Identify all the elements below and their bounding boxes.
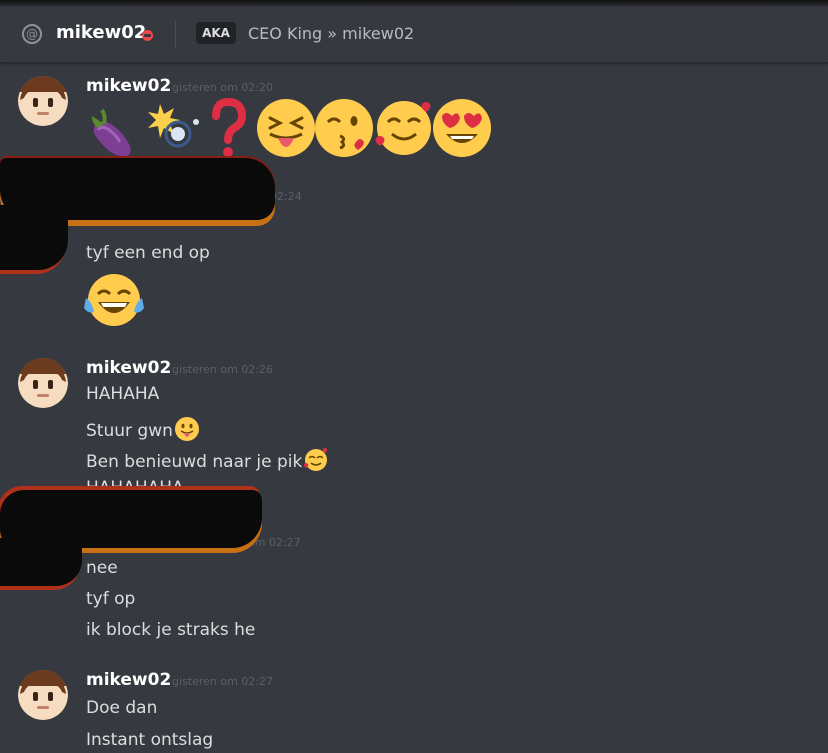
message-group: om 02:27 nee tyf op ik block je straks h… <box>0 532 828 647</box>
aka-names[interactable]: CEO King » mikew02 <box>248 24 414 43</box>
timestamp: gisteren om 02:26 <box>172 363 274 376</box>
collision-icon <box>148 104 199 148</box>
avatar[interactable] <box>18 670 68 720</box>
dnd-status-icon <box>142 30 153 41</box>
smiling-hearts-face-icon <box>375 101 431 155</box>
channel-header: @ mikew02 AKA CEO King » mikew02 <box>0 6 828 63</box>
message-line: Ben benieuwd naar je pik <box>86 447 329 473</box>
timestamp: gisteren om 02:27 <box>172 675 274 688</box>
squinting-tongue-face-icon <box>257 99 315 157</box>
message-text: Stuur gwn <box>86 421 173 441</box>
at-sign-icon: @ <box>22 24 42 44</box>
redaction-scribble <box>0 205 68 270</box>
chat-window: @ mikew02 AKA CEO King » mikew02 mikew02… <box>0 0 828 753</box>
heart-eyes-face-icon <box>433 99 491 157</box>
avatar[interactable] <box>18 76 68 126</box>
smiling-hearts-face-icon <box>304 448 328 471</box>
message-group: mikew02 gisteren om 02:26 HAHAHA Stuur g… <box>0 358 828 498</box>
message-text: tyf op <box>86 589 136 609</box>
username[interactable]: mikew02 <box>86 358 171 378</box>
avatar[interactable] <box>18 358 68 408</box>
message-text: HAHAHA <box>86 384 160 404</box>
aka-badge: AKA <box>196 22 236 44</box>
dm-username[interactable]: mikew02 <box>56 22 146 43</box>
username[interactable]: mikew02 <box>86 76 171 96</box>
message-text: Instant ontslag <box>86 730 214 750</box>
header-divider <box>175 20 176 48</box>
timestamp: gisteren om 02:20 <box>172 81 274 94</box>
message-line: Stuur gwn <box>86 416 200 442</box>
tears-of-joy-face-icon <box>84 274 144 326</box>
tongue-out-face-icon <box>174 417 199 441</box>
eggplant-icon <box>92 108 131 157</box>
red-question-icon <box>212 98 247 157</box>
username[interactable]: mikew02 <box>86 670 171 690</box>
message-text: tyf een end op <box>86 243 210 263</box>
timestamp: om 02:27 <box>248 536 301 549</box>
kissing-face-icon <box>315 99 373 157</box>
message-text: nee <box>86 558 118 578</box>
message-text: ik block je straks he <box>86 620 256 640</box>
redaction-scribble <box>0 538 82 586</box>
message-text: Ben benieuwd naar je pik <box>86 452 303 472</box>
message-group: mikew02 gisteren om 02:27 Doe dan Instan… <box>0 670 828 753</box>
message-text: Doe dan <box>86 698 158 718</box>
